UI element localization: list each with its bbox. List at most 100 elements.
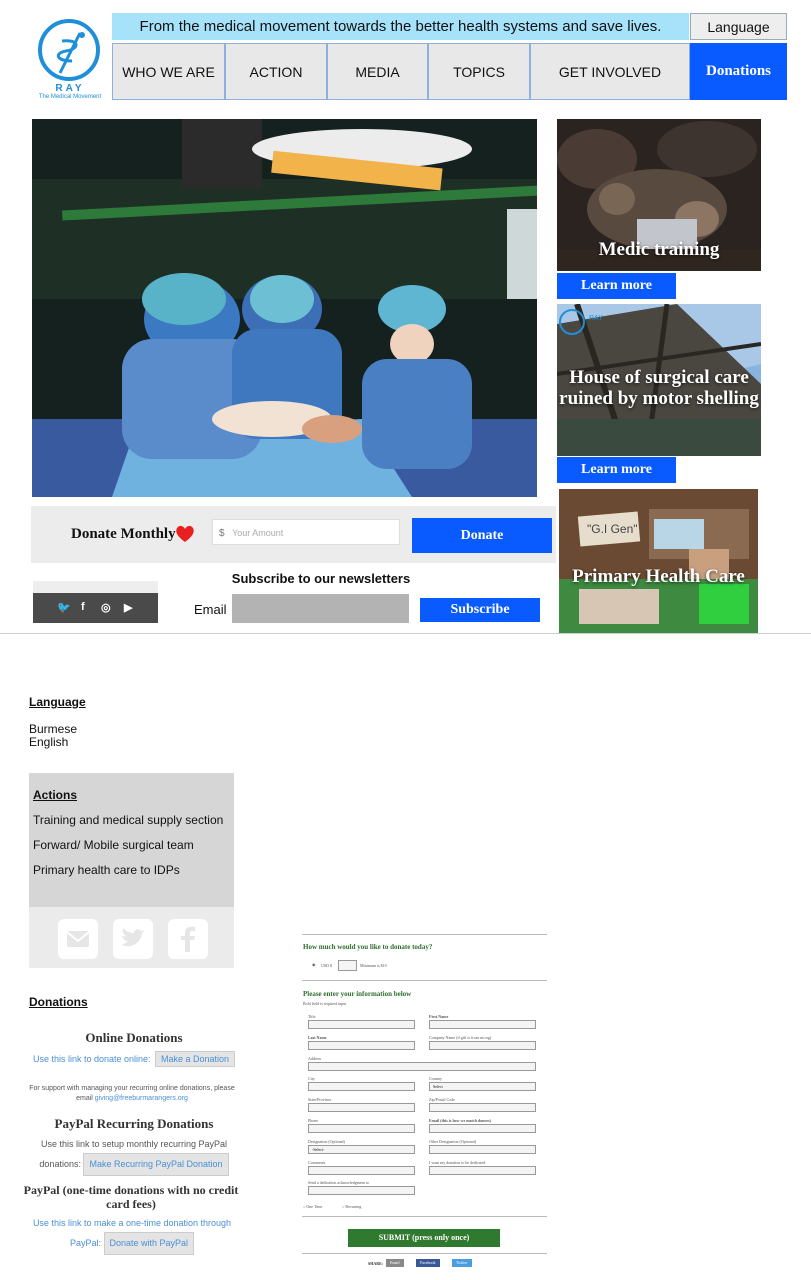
- field-label: Company Name (if gift is from an org): [429, 1035, 492, 1040]
- field-title[interactable]: [308, 1020, 415, 1029]
- recurring-label: Recurring: [345, 1204, 362, 1209]
- newsletter-title: Subscribe to our newsletters: [231, 571, 411, 586]
- learn-more-button[interactable]: Learn more: [557, 457, 676, 483]
- support-text-block: For support with managing your recurring…: [26, 1084, 238, 1104]
- instagram-icon[interactable]: ◎: [101, 601, 111, 614]
- online-donations-heading: Online Donations: [85, 1030, 183, 1045]
- select-placeholder: Select: [433, 1084, 443, 1089]
- radio-one-time[interactable]: ○ One Time: [303, 1204, 322, 1209]
- youtube-icon[interactable]: ▶: [124, 601, 132, 614]
- online-donation-text: Use this link to donate online:: [32, 1054, 151, 1064]
- email-label: Email: [194, 602, 227, 617]
- facebook-icon[interactable]: [168, 919, 208, 959]
- amount-input[interactable]: $ Your Amount: [212, 519, 400, 545]
- nav-who-we-are[interactable]: WHO WE ARE: [112, 43, 225, 100]
- currency-label: USD $: [321, 963, 333, 968]
- field-city[interactable]: [308, 1082, 415, 1091]
- svg-text:RAY: RAY: [589, 315, 603, 322]
- make-donation-button[interactable]: Make a Donation: [154, 1051, 236, 1067]
- paypal-onetime-heading: PayPal (one-time donations with no credi…: [23, 1183, 239, 1211]
- field-email[interactable]: [429, 1124, 536, 1133]
- language-option-burmese[interactable]: Burmese: [29, 722, 77, 736]
- field-company[interactable]: [429, 1041, 536, 1050]
- share-icons-panel: [29, 907, 234, 968]
- form-amount-input[interactable]: [338, 960, 357, 971]
- card-medic-training-image[interactable]: Medic training: [557, 119, 761, 271]
- logo-subtitle: The Medical Movement: [38, 94, 102, 100]
- field-state[interactable]: [308, 1103, 415, 1112]
- share-twitter-button[interactable]: Twitter: [452, 1259, 472, 1267]
- card-primary-health-image[interactable]: "G.I Gen" Primary Health Care: [559, 489, 758, 634]
- caduceus-icon: [56, 32, 85, 74]
- share-email-button[interactable]: Email: [386, 1259, 404, 1267]
- donations-panel-title: Donations: [29, 995, 88, 1009]
- main-nav: WHO WE ARE ACTION MEDIA TOPICS GET INVOL…: [112, 43, 787, 100]
- field-first-name[interactable]: [429, 1020, 536, 1029]
- facebook-icon[interactable]: f: [81, 601, 85, 613]
- social-icons-strip: 🐦 f ◎ ▶: [33, 581, 158, 623]
- submit-button[interactable]: SUBMIT (press only once): [348, 1229, 500, 1247]
- online-donation-row: Use this link to donate online: Make a D…: [18, 1049, 250, 1067]
- action-item-primary-care[interactable]: Primary health care to IDPs: [33, 863, 180, 877]
- field-label: Country: [429, 1076, 443, 1081]
- logo-text: RAY: [55, 83, 85, 94]
- tagline-banner: From the medical movement towards the be…: [112, 13, 689, 40]
- field-label: First Name: [429, 1014, 449, 1019]
- nav-get-involved[interactable]: GET INVOLVED: [530, 43, 690, 100]
- language-option-english[interactable]: English: [29, 735, 68, 749]
- logo-emblem[interactable]: [38, 19, 100, 81]
- twitter-icon[interactable]: 🐦: [57, 601, 71, 614]
- country-select[interactable]: Select: [429, 1082, 536, 1091]
- paypal-recurring-button[interactable]: Make Recurring PayPal Donation: [83, 1153, 229, 1176]
- card-title: Medic training: [598, 239, 720, 260]
- field-comments[interactable]: [308, 1166, 415, 1175]
- field-zip[interactable]: [429, 1103, 536, 1112]
- field-label: I want my donation to be dedicated: [429, 1160, 486, 1165]
- amount-placeholder: Your Amount: [232, 528, 284, 538]
- field-acknowledgment[interactable]: [308, 1186, 415, 1195]
- card-title: House of surgical care ruined by motor s…: [559, 367, 759, 409]
- form-divider: [302, 1216, 547, 1217]
- language-button[interactable]: Language: [690, 13, 787, 40]
- support-email-link[interactable]: giving@freeburmarangers.org: [95, 1095, 188, 1102]
- share-label: SHARE:: [368, 1261, 384, 1266]
- language-panel-title: Language: [29, 695, 86, 709]
- field-label: State/Province: [308, 1097, 332, 1102]
- email-icon[interactable]: [58, 919, 98, 959]
- field-label: Other Designation (Optional): [429, 1139, 477, 1144]
- donate-button[interactable]: Donate: [412, 518, 552, 553]
- nav-action[interactable]: ACTION: [225, 43, 327, 100]
- nav-media[interactable]: MEDIA: [327, 43, 428, 100]
- radio-recurring[interactable]: ○ Recurring: [342, 1204, 361, 1209]
- nav-topics[interactable]: TOPICS: [428, 43, 530, 100]
- subscribe-button[interactable]: Subscribe: [420, 598, 540, 622]
- action-item-training[interactable]: Training and medical supply section: [33, 813, 223, 827]
- field-address[interactable]: [308, 1062, 536, 1071]
- email-input[interactable]: [232, 594, 409, 623]
- card-house-surgical-image[interactable]: RAY House of surgical care ruined by mot…: [557, 304, 761, 456]
- field-label: Last Name: [308, 1035, 327, 1040]
- field-last-name[interactable]: [308, 1041, 415, 1050]
- share-facebook-button[interactable]: Facebook: [416, 1259, 440, 1267]
- form-divider: [302, 1253, 547, 1254]
- designation-select[interactable]: -Select-: [308, 1145, 415, 1154]
- field-dedication[interactable]: [429, 1166, 536, 1175]
- paypal-recurring-row: Use this link to setup monthly recurring…: [36, 1136, 232, 1176]
- action-item-surgical[interactable]: Forward/ Mobile surgical team: [33, 838, 194, 852]
- field-label: Title: [308, 1014, 316, 1019]
- nav-donations[interactable]: Donations: [690, 43, 787, 100]
- donation-form: How much would you like to donate today?…: [302, 933, 547, 1271]
- svg-text:"G.I Gen": "G.I Gen": [587, 522, 638, 536]
- field-label: City: [308, 1076, 315, 1081]
- field-phone[interactable]: [308, 1124, 415, 1133]
- twitter-icon[interactable]: [113, 919, 153, 959]
- field-label: Zip/Postal Code: [429, 1097, 455, 1102]
- field-label: Send a dedication acknowledgment to: [308, 1180, 369, 1185]
- radio-usd[interactable]: ◉: [312, 962, 316, 967]
- paypal-onetime-button[interactable]: Donate with PayPal: [103, 1232, 195, 1255]
- select-placeholder: -Select-: [312, 1147, 325, 1152]
- currency-symbol: $: [219, 528, 225, 539]
- learn-more-button[interactable]: Learn more: [557, 273, 676, 299]
- field-other-designation[interactable]: [429, 1145, 536, 1154]
- paypal-onetime-row: Use this link to make a one-time donatio…: [30, 1215, 234, 1255]
